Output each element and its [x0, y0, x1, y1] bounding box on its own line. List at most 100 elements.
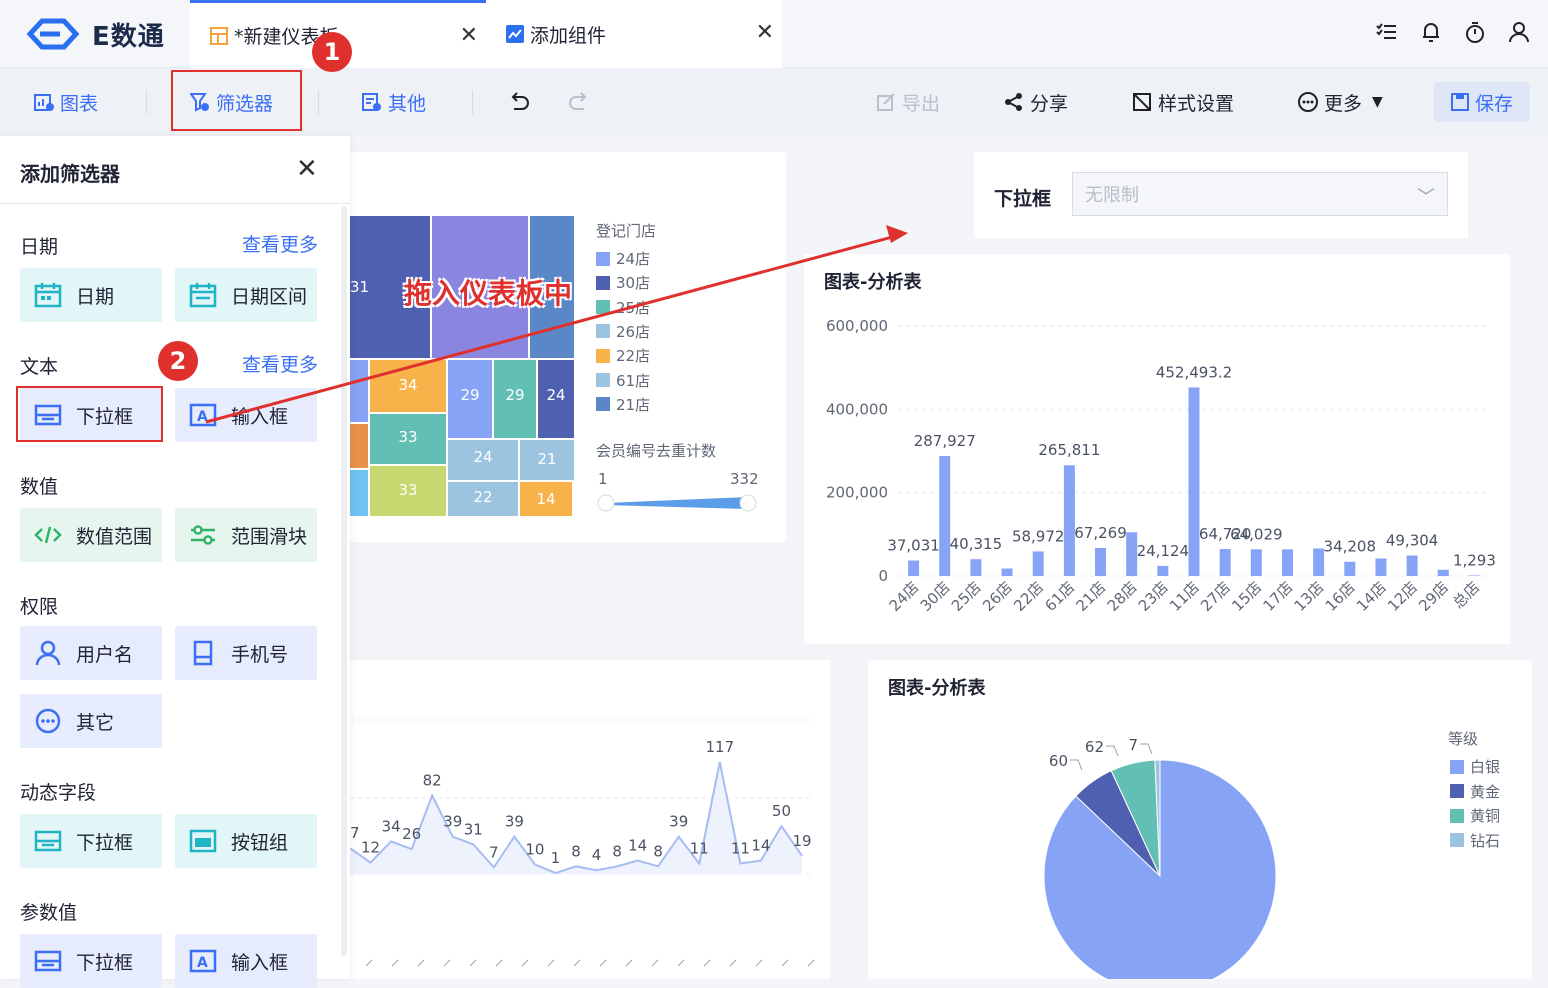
user-icon [34, 640, 62, 666]
x-tick-label: 25店 [948, 578, 985, 615]
bar [1032, 551, 1044, 576]
bar-chart-card[interactable]: 图表-分析表 600,000 400,000 200,000 0 37,031 24店 28… [804, 254, 1510, 644]
export-icon [877, 93, 895, 111]
username-filter-chip[interactable]: 用户名 [20, 626, 162, 680]
step-badge-1: 1 [312, 32, 352, 72]
line-chart-card[interactable]: 2712342682393173910184814839111171114501… [340, 660, 830, 979]
pie-legend-item[interactable]: 黄金 [1450, 781, 1500, 802]
dynamic-dropdown-filter-chip[interactable]: 下拉框 [20, 814, 162, 868]
x-tick-label: 11店 [1166, 578, 1203, 615]
treemap-legend-item[interactable]: 22店 [596, 345, 650, 366]
line-value-label: 8 [571, 842, 581, 860]
top-bar: E数通 *新建仪表板 ✕ 添加组件 ✕ [0, 0, 1548, 68]
legend-swatch [596, 348, 610, 363]
x-tick-mark [443, 959, 451, 967]
pie-legend-title: 等级 [1448, 730, 1479, 748]
legend-label: 22店 [616, 347, 651, 366]
treemap-card[interactable]: 31 34 29 29 24 33 24 21 33 22 14 登记门店 24… [350, 152, 786, 542]
range-slider-filter-chip[interactable]: 范围滑块 [175, 508, 317, 562]
x-tick-label: 总店 [1449, 578, 1483, 612]
chip-label: 输入框 [231, 405, 289, 428]
param-input-filter-chip[interactable]: A 输入框 [175, 934, 317, 988]
timer-icon[interactable] [1464, 20, 1486, 44]
legend-swatch [596, 397, 610, 412]
dropdown-filter-widget[interactable]: 下拉框 无限制 ﹀ [974, 152, 1468, 238]
phone-filter-chip[interactable]: 手机号 [175, 626, 317, 680]
other-button[interactable]: 其他 [362, 68, 426, 136]
size-max-label: 332 [730, 470, 759, 488]
treemap-legend-item[interactable]: 26店 [596, 321, 650, 342]
legend-swatch [596, 324, 610, 339]
section-dynamic-field-title: 动态字段 [20, 782, 97, 804]
bar [1250, 549, 1262, 576]
treemap-legend-item[interactable]: 24店 [596, 248, 650, 269]
line-value-label: 39 [669, 813, 688, 831]
more-dots-icon [1298, 92, 1318, 112]
close-panel-icon[interactable]: ✕ [296, 154, 318, 184]
treemap-legend-item[interactable]: 61店 [596, 370, 650, 391]
bar [908, 560, 920, 576]
undo-button[interactable] [508, 68, 530, 136]
pie-legend-item[interactable]: 白银 [1450, 756, 1500, 777]
number-range-filter-chip[interactable]: 数值范围 [20, 508, 162, 562]
button-group-filter-chip[interactable]: 按钮组 [175, 814, 317, 868]
tab-add-component[interactable]: 添加组件 ✕ [486, 0, 782, 68]
x-tick-mark [469, 959, 477, 967]
x-tick-mark [599, 959, 607, 967]
share-label: 分享 [1030, 92, 1069, 115]
more-button[interactable]: 更多 ▼ [1298, 68, 1383, 136]
x-tick-label: 28店 [1104, 578, 1141, 615]
treemap-legend-item[interactable]: 25店 [596, 297, 650, 318]
x-tick-mark [495, 959, 503, 967]
export-button[interactable]: 导出 [876, 68, 940, 136]
date-filter-chip[interactable]: 日期 [20, 268, 162, 322]
save-button[interactable]: 保存 [1434, 82, 1530, 122]
close-tab-icon[interactable]: ✕ [460, 25, 478, 47]
other-filter-chip[interactable]: 其它 [20, 694, 162, 748]
line-value-label: 8 [653, 842, 663, 860]
bar [970, 559, 982, 576]
param-dropdown-filter-chip[interactable]: 下拉框 [20, 934, 162, 988]
style-settings-button[interactable]: 样式设置 [1132, 68, 1234, 136]
pie-chart-card[interactable]: 图表-分析表 60 62 7 等级 白银 黄金 黄铜 钻石 [868, 660, 1532, 988]
app-logo[interactable]: E数通 [24, 16, 165, 52]
pie-chart: 60 62 7 [1043, 736, 1277, 988]
pie-label-leader [1140, 743, 1153, 755]
x-tick-label: 13店 [1291, 578, 1328, 615]
input-filter-chip[interactable]: A 输入框 [175, 388, 317, 442]
pie-legend-item[interactable]: 黄铜 [1450, 805, 1500, 826]
more-label: 更多 [1324, 92, 1363, 115]
bell-icon[interactable] [1420, 20, 1442, 44]
svg-text:21: 21 [537, 450, 556, 468]
filter-select[interactable]: 无限制 ﹀ [1072, 172, 1448, 216]
line-value-label: 1 [551, 849, 561, 867]
text-input-icon: A [189, 402, 217, 428]
close-tab-icon[interactable]: ✕ [756, 22, 774, 44]
date-range-filter-chip[interactable]: 日期区间 [175, 268, 317, 322]
bar [1406, 555, 1418, 576]
task-list-icon[interactable] [1376, 20, 1398, 44]
panel-scrollbar[interactable] [341, 206, 347, 956]
chart-button[interactable]: 图表 [34, 68, 98, 136]
treemap-legend-item[interactable]: 21店 [596, 394, 650, 415]
chip-label: 用户名 [76, 643, 134, 666]
treemap-legend-item[interactable]: 30店 [596, 272, 650, 293]
chip-label: 手机号 [231, 643, 289, 666]
size-range-slider[interactable] [596, 492, 762, 514]
legend-label: 24店 [616, 250, 651, 268]
section-number-title: 数值 [20, 476, 59, 498]
add-filter-panel: 添加筛选器 ✕ 日期 查看更多 日期 日期区间 文本 查看更多 下拉框 A 输入… [0, 136, 350, 988]
user-icon[interactable] [1508, 20, 1530, 44]
text-input-icon: A [189, 948, 217, 974]
x-tick-mark [729, 959, 737, 967]
pie-legend-item[interactable]: 钻石 [1450, 830, 1500, 851]
svg-text:29: 29 [460, 386, 479, 404]
view-more-text-link[interactable]: 查看更多 [242, 350, 318, 377]
svg-text:24: 24 [546, 386, 565, 404]
view-more-date-link[interactable]: 查看更多 [242, 230, 318, 257]
share-button[interactable]: 分享 [1004, 68, 1068, 136]
export-label: 导出 [902, 92, 941, 115]
redo-button[interactable] [568, 68, 590, 136]
line-value-label: 4 [592, 846, 602, 864]
bar [939, 456, 951, 576]
